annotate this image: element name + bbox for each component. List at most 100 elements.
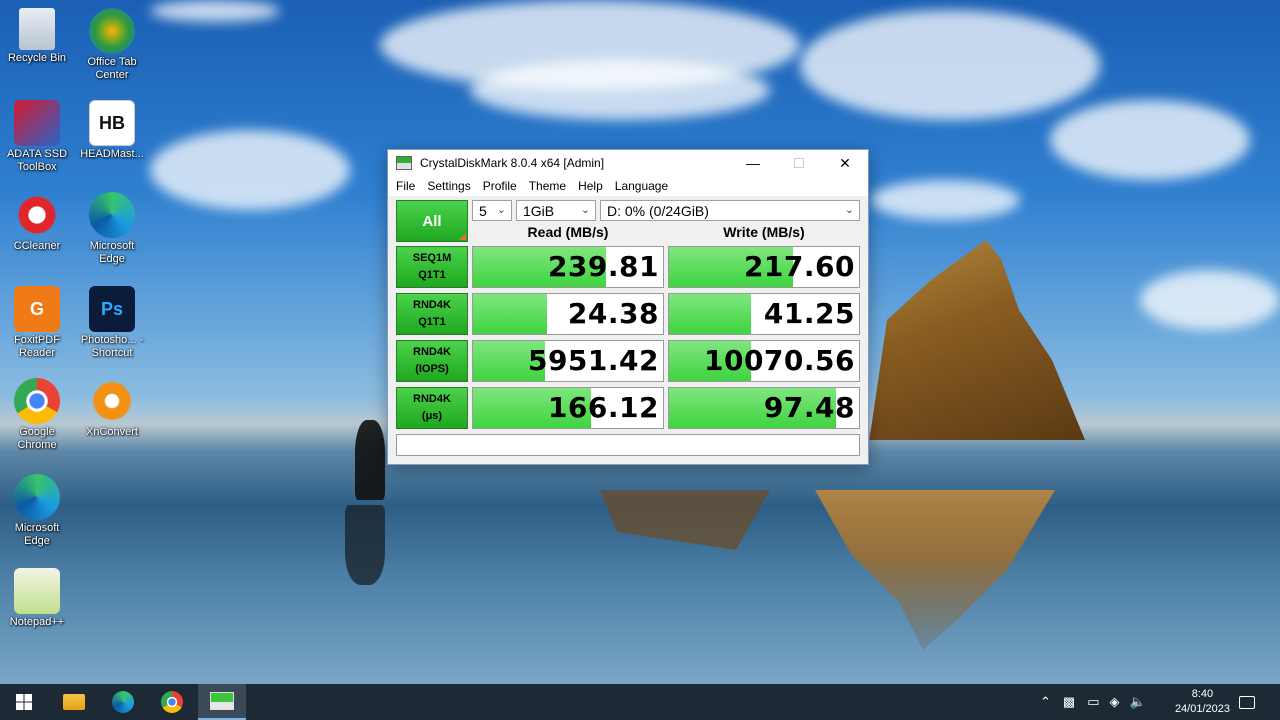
drive-select[interactable]: D: 0% (0/24GiB) ⌄ (600, 200, 860, 221)
write-value: 41.25 (763, 297, 855, 330)
read-result-cell: 5951.42 (472, 340, 664, 382)
foxit-icon: G (14, 286, 60, 332)
comment-field[interactable] (396, 434, 860, 456)
volume-icon[interactable]: 🔈 (1130, 694, 1146, 710)
desktop-icon-recycle-bin[interactable]: Recycle Bin (1, 8, 73, 65)
write-header: Write (MB/s) (723, 224, 805, 240)
desktop-icon-chrome[interactable]: Google Chrome (1, 378, 73, 452)
test-name: SEQ1M (412, 252, 452, 264)
desktop-icon-ccleaner[interactable]: CCleaner (1, 192, 73, 253)
close-button[interactable]: ✕ (822, 150, 868, 176)
minimize-button[interactable]: — (730, 150, 776, 176)
menu-help[interactable]: Help (578, 179, 603, 193)
test-size-select[interactable]: 1GiB ⌄ (516, 200, 596, 221)
edge-icon (89, 192, 135, 238)
read-value: 166.12 (547, 391, 659, 424)
file-explorer-icon (63, 694, 85, 710)
clock-time: 8:40 (1191, 688, 1214, 700)
title-bar[interactable]: CrystalDiskMark 8.0.4 x64 [Admin] — ✕ (388, 150, 868, 176)
menu-file[interactable]: File (396, 179, 415, 193)
chevron-down-icon: ⌄ (580, 204, 590, 216)
clock[interactable]: 8:40 24/01/2023 (1175, 687, 1230, 717)
desktop-icon-office-tab[interactable]: Office Tab Center (76, 8, 148, 82)
taskbar: ⌃ ▩ ▭ ◈ 🔈 8:40 24/01/2023 (0, 684, 1280, 720)
menu-profile[interactable]: Profile (483, 179, 517, 193)
desktop-icon-edge[interactable]: Microsoft Edge (76, 192, 148, 266)
test-params: (IOPS) (415, 363, 449, 375)
taskbar-file-explorer[interactable] (50, 684, 98, 720)
read-header: Read (MB/s) (527, 224, 609, 240)
edge-icon (14, 474, 60, 520)
start-icon (16, 694, 32, 710)
taskbar-crystaldiskmark[interactable] (198, 684, 246, 720)
desktop-icon-label: CCleaner (13, 240, 61, 252)
read-result-cell: 166.12 (472, 387, 664, 429)
test-button-rnd4k-iops[interactable]: RND4K (IOPS) (396, 340, 468, 382)
corner-indicator-icon (459, 233, 466, 240)
desktop-icon-adata[interactable]: ADATA SSD ToolBox (1, 100, 73, 174)
battery-icon[interactable]: ▭ (1087, 694, 1099, 710)
notification-button[interactable] (1224, 684, 1270, 720)
test-count-value: 5 (479, 202, 487, 219)
rock-reflection-small (600, 490, 770, 550)
desktop-icon-label: Microsoft Edge (89, 240, 135, 265)
test-params: Q1T1 (418, 316, 446, 328)
test-button-rnd4k-q1t1[interactable]: RND4K Q1T1 (396, 293, 468, 335)
recycle-bin-icon (19, 8, 55, 50)
adata-icon (14, 100, 60, 146)
window-title: CrystalDiskMark 8.0.4 x64 [Admin] (420, 156, 605, 170)
write-result-cell: 97.48 (668, 387, 860, 429)
test-size-value: 1GiB (523, 202, 555, 219)
desktop-icon-label: ADATA SSD ToolBox (6, 148, 68, 173)
desktop-icon-photoshop[interactable]: Ps Photosho... - Shortcut (76, 286, 148, 360)
xnconvert-icon (89, 378, 135, 424)
write-value: 10070.56 (703, 344, 855, 377)
menu-bar: File Settings Profile Theme Help Languag… (388, 176, 868, 196)
close-icon: ✕ (839, 154, 851, 171)
menu-language[interactable]: Language (615, 179, 668, 193)
wifi-icon[interactable]: ◈ (1110, 694, 1120, 710)
maximize-button[interactable] (776, 150, 822, 176)
test-button-rnd4k-latency[interactable]: RND4K (μs) (396, 387, 468, 429)
start-button[interactable] (0, 684, 48, 720)
test-params: (μs) (421, 410, 443, 422)
edge-icon (112, 691, 134, 713)
desktop-icon-label: Notepad++ (9, 616, 65, 628)
minimize-icon: — (746, 155, 760, 171)
photoshop-icon: Ps (89, 286, 135, 332)
write-bar (669, 294, 751, 334)
desktop: Recycle Bin Office Tab Center ADATA SSD … (0, 0, 1280, 684)
write-result-cell: 41.25 (668, 293, 860, 335)
desktop-icon-label: FoxitPDF Reader (14, 334, 60, 359)
write-result-cell: 10070.56 (668, 340, 860, 382)
maximize-icon (794, 158, 804, 168)
chrome-icon (14, 378, 60, 424)
test-button-seq1m-q1t1[interactable]: SEQ1M Q1T1 (396, 246, 468, 288)
menu-theme[interactable]: Theme (529, 179, 566, 193)
desktop-icon-label: Recycle Bin (7, 52, 67, 64)
crystaldiskmark-icon (210, 692, 234, 710)
test-count-select[interactable]: 5 ⌄ (472, 200, 512, 221)
desktop-icon-edge-2[interactable]: Microsoft Edge (1, 474, 73, 548)
desktop-icon-headmaster[interactable]: HB HEADMast... (76, 100, 148, 161)
ccleaner-icon (14, 192, 60, 238)
all-button-label: All (422, 212, 442, 230)
rock-formation (869, 240, 1085, 440)
test-params: Q1T1 (418, 269, 446, 281)
desktop-icon-label: Office Tab Center (87, 56, 137, 81)
desktop-icon-foxit[interactable]: G FoxitPDF Reader (1, 286, 73, 360)
test-name: RND4K (413, 299, 451, 311)
menu-settings[interactable]: Settings (427, 179, 470, 193)
read-result-cell: 239.81 (472, 246, 664, 288)
chevron-down-icon: ⌄ (844, 204, 854, 216)
desktop-icon-notepadpp[interactable]: Notepad++ (1, 568, 73, 629)
taskbar-chrome[interactable] (148, 684, 196, 720)
all-button[interactable]: All (396, 200, 468, 242)
write-value: 217.60 (743, 250, 855, 283)
desktop-icon-xnconvert[interactable]: XnConvert (76, 378, 148, 439)
drive-value: D: 0% (0/24GiB) (607, 202, 709, 219)
chevron-up-icon[interactable]: ⌃ (1040, 694, 1051, 710)
notification-icon (1239, 695, 1255, 709)
security-icon[interactable]: ▩ (1063, 694, 1075, 710)
taskbar-edge[interactable] (99, 684, 147, 720)
